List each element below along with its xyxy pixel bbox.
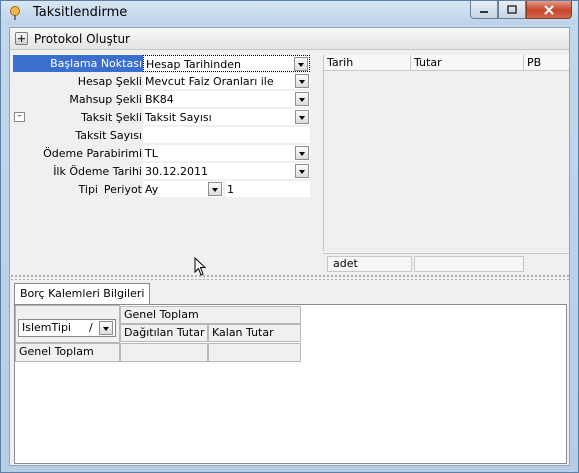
installment-type-value: Taksit Sayısı [145,111,212,124]
type-label: Tipi [78,183,98,196]
app-pin-icon [10,6,20,20]
first-payment-value: 30.12.2011 [145,165,208,178]
form-row-account-type[interactable]: Hesap Şekli Mevcut Faiz Oranları ile [10,73,310,90]
protocol-header: + Protokol Oluştur [10,28,569,50]
column-header-date[interactable]: Tarih [324,55,411,70]
form-row-offset-type[interactable]: Mahsup Şekli BK84 [10,91,310,108]
column-header-currency[interactable]: PB [524,55,570,70]
pivot-col-distributed[interactable]: Dağıtılan Tutar [120,324,208,342]
form-row-first-payment[interactable]: İlk Ödeme Tarihi 30.12.2011 [10,163,310,180]
schedule-grid-footer: adet [323,253,569,272]
window-title: Taksitlendirme [33,5,128,20]
header-title: Protokol Oluştur [34,32,130,46]
installment-type-select[interactable]: Taksit Sayısı [143,109,310,126]
account-type-select[interactable]: Mevcut Faiz Oranları ile [143,73,310,90]
account-type-label: Hesap Şekli [77,75,142,88]
form-row-start-point[interactable]: Başlama Noktası Hesap Tarihinden [10,55,310,72]
pivot-total-row-label: Genel Toplam [15,343,120,362]
chevron-down-icon[interactable] [295,146,309,160]
pivot-total-distributed [120,343,208,362]
chevron-down-icon[interactable] [208,182,222,196]
panel-splitter[interactable] [10,274,569,280]
period-count-value: 1 [227,183,234,196]
form-row-installment-count[interactable]: Taksit Sayısı [10,127,310,144]
footer-count-cell: adet [327,256,412,272]
footer-amount-cell [414,256,524,272]
offset-type-label: Mahsup Şekli [69,93,142,106]
first-payment-date[interactable]: 30.12.2011 [143,163,310,180]
installment-count-input[interactable] [143,127,310,144]
currency-value: TL [145,147,158,160]
start-point-label: Başlama Noktası [50,57,142,70]
chevron-down-icon[interactable] [295,110,309,124]
pivot-total-remaining [208,343,301,362]
chevron-down-icon[interactable] [99,321,113,335]
account-type-value: Mevcut Faiz Oranları ile [145,75,274,88]
installment-count-label: Taksit Sayısı [75,129,142,142]
form-row-type[interactable]: Tipi Periyot Ay 1 [10,181,310,198]
first-payment-label: İlk Ödeme Tarihi [53,165,142,178]
start-point-select[interactable]: Hesap Tarihinden [143,55,310,72]
maximize-icon [507,5,517,14]
currency-select[interactable]: TL [143,145,310,162]
schedule-grid-body[interactable] [323,71,569,251]
close-icon [544,4,554,15]
minimize-icon [480,10,488,13]
period-select[interactable]: Ay [143,181,223,198]
start-point-value: Hesap Tarihinden [146,58,241,71]
pivot-col-remaining[interactable]: Kalan Tutar [208,324,301,342]
close-button[interactable] [526,1,572,19]
currency-label: Ödeme Parabirimi [43,147,142,160]
chevron-down-icon[interactable] [295,92,309,106]
sort-icon: / [89,321,93,334]
period-value: Ay [145,183,159,196]
form-client-area: + Protokol Oluştur Başlama Noktası Hesap… [9,27,570,466]
schedule-grid-header: Tarih Tutar PB [323,55,569,71]
pivot-row-field-label: IslemTipi [22,321,71,334]
period-count-input[interactable]: 1 [225,181,310,198]
offset-type-value: BK84 [145,93,174,106]
tab-debt-items[interactable]: Borç Kalemleri Bilgileri [14,283,151,304]
title-bar[interactable]: Taksitlendirme [1,1,578,25]
expand-plus-icon[interactable]: + [15,32,28,45]
offset-type-select[interactable]: BK84 [143,91,310,108]
chevron-down-icon[interactable] [294,57,308,71]
maximize-button[interactable] [498,1,526,19]
pivot-row-field-button[interactable]: IslemTipi / [18,319,116,337]
column-header-amount[interactable]: Tutar [411,55,524,70]
collapse-minus-button[interactable]: – [14,112,25,122]
app-window: Taksitlendirme + Protokol Oluştur Başlam… [0,0,579,473]
installment-type-label: Taksit Şekli [81,111,142,124]
period-label: Periyot [103,183,142,196]
minimize-button[interactable] [470,1,498,19]
chevron-down-icon[interactable] [295,164,309,178]
debt-items-panel: IslemTipi / Genel Toplam Dağıtılan Tutar… [14,304,567,464]
form-row-installment-type[interactable]: – Taksit Şekli Taksit Sayısı [10,109,310,126]
chevron-down-icon[interactable] [295,74,309,88]
form-row-currency[interactable]: Ödeme Parabirimi TL [10,145,310,162]
pivot-group-header: Genel Toplam [120,306,301,324]
